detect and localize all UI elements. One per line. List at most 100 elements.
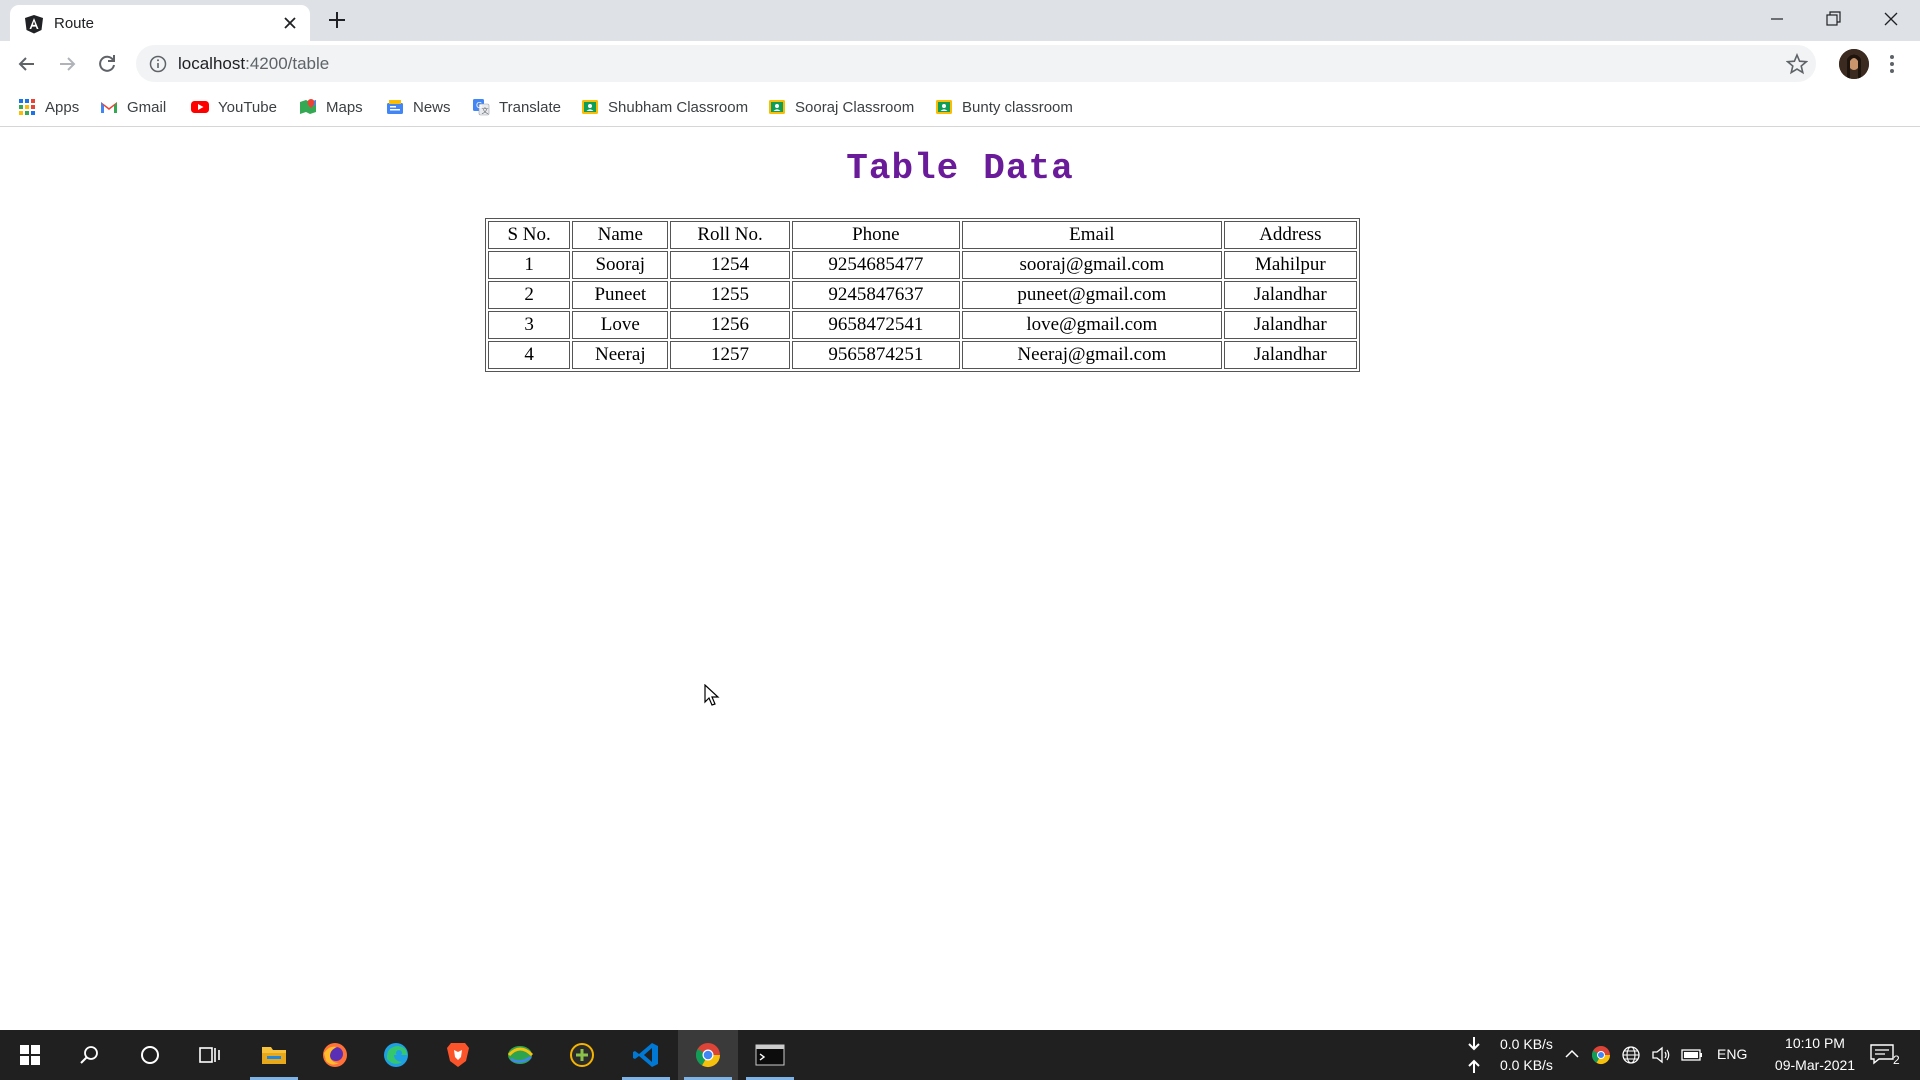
taskbar-file-explorer[interactable] — [244, 1030, 304, 1080]
table-cell: 1255 — [670, 281, 790, 309]
chrome-icon — [695, 1043, 720, 1068]
reload-icon[interactable] — [94, 51, 120, 77]
column-header: Address — [1223, 221, 1357, 249]
bookmark-apps[interactable]: Apps — [18, 95, 79, 119]
browser-tab[interactable]: Route — [10, 5, 310, 41]
network-globe-icon[interactable] — [1621, 1045, 1641, 1065]
notification-count-badge: 2 — [1893, 1053, 1900, 1067]
bookmark-gmail[interactable]: Gmail — [100, 95, 166, 119]
clock-time[interactable]: 10:10 PM — [1774, 1035, 1856, 1051]
browser-toolbar: localhost:4200/table — [0, 41, 1920, 87]
close-tab-icon[interactable] — [280, 13, 300, 33]
table-cell: Mahilpur — [1223, 251, 1357, 279]
table-cell: Puneet — [572, 281, 669, 309]
table-cell: 3 — [488, 311, 571, 339]
table-cell: Neeraj — [572, 341, 669, 369]
bookmark-bunty-classroom[interactable]: Bunty classroom — [935, 95, 1073, 119]
table-cell: Neeraj@gmail.com — [962, 341, 1222, 369]
download-arrow-icon — [1468, 1037, 1480, 1051]
edge-icon — [384, 1043, 408, 1067]
search-icon — [80, 1046, 98, 1064]
bookmark-sooraj-classroom[interactable]: Sooraj Classroom — [768, 95, 914, 119]
clock-date[interactable]: 09-Mar-2021 — [1760, 1057, 1870, 1073]
bookmark-label: Shubham Classroom — [608, 98, 749, 116]
bookmark-label: Apps — [45, 98, 80, 116]
table-row: 4 Neeraj 1257 9565874251 Neeraj@gmail.co… — [488, 341, 1357, 369]
taskbar-edge[interactable] — [366, 1030, 426, 1080]
table-cell: 2 — [488, 281, 571, 309]
bookmark-news[interactable]: News — [386, 95, 451, 119]
page-content: Table Data S No. Name Roll No. Phone Emai… — [0, 128, 1920, 1030]
column-header: S No. — [488, 221, 571, 249]
column-header: Email — [962, 221, 1222, 249]
windows-taskbar: 0.0 KB/s 0.0 KB/s ENG 10:10 PM 09-Mar-20… — [0, 1030, 1920, 1080]
bookmark-label: Maps — [326, 98, 363, 116]
taskbar-app-ide[interactable] — [552, 1030, 612, 1080]
battery-icon[interactable] — [1681, 1047, 1703, 1063]
table-row: 3 Love 1256 9658472541 love@gmail.com Ja… — [488, 311, 1357, 339]
minimize-icon[interactable] — [1762, 6, 1792, 32]
bookmark-label: YouTube — [218, 98, 277, 116]
page-title-word: Table — [846, 148, 960, 189]
start-button[interactable] — [0, 1030, 60, 1080]
search-button[interactable] — [60, 1030, 120, 1080]
restore-icon[interactable] — [1818, 6, 1848, 32]
bookmark-translate[interactable]: G 文 Translate — [472, 95, 561, 119]
file-explorer-icon — [262, 1047, 286, 1064]
taskbar-app-leaf[interactable] — [490, 1030, 550, 1080]
taskbar-chrome[interactable] — [678, 1030, 738, 1080]
taskbar-brave[interactable] — [428, 1030, 488, 1080]
site-info-icon[interactable] — [149, 55, 167, 73]
table-row: 2 Puneet 1255 9245847637 puneet@gmail.co… — [488, 281, 1357, 309]
table-cell: Love — [572, 311, 669, 339]
table-cell: Jalandhar — [1223, 281, 1357, 309]
avatar-image — [1839, 49, 1869, 79]
url-host: localhost — [178, 54, 246, 73]
taskbar-terminal[interactable] — [740, 1030, 800, 1080]
eclipse-app-icon — [507, 1046, 534, 1064]
profile-avatar[interactable] — [1839, 49, 1869, 79]
url-text[interactable]: localhost:4200/table — [178, 54, 329, 74]
bookmark-shubham-classroom[interactable]: Shubham Classroom — [581, 95, 748, 119]
maps-icon — [300, 99, 316, 114]
forward-icon[interactable] — [54, 51, 80, 77]
table-cell: 1257 — [670, 341, 790, 369]
bookmark-maps[interactable]: Maps — [299, 95, 363, 119]
cortana-button[interactable] — [120, 1030, 180, 1080]
notification-center-button[interactable]: 2 — [1866, 1040, 1906, 1070]
table-cell: 1256 — [670, 311, 790, 339]
new-tab-icon[interactable] — [326, 9, 348, 31]
more-menu-icon[interactable] — [1884, 52, 1900, 76]
classroom-icon — [582, 100, 598, 114]
taskbar-firefox[interactable] — [305, 1030, 365, 1080]
svg-text:文: 文 — [482, 106, 489, 115]
ide-app-icon — [570, 1043, 594, 1067]
back-icon[interactable] — [14, 51, 40, 77]
chevron-up-icon[interactable] — [1564, 1046, 1580, 1062]
bookmark-star-icon[interactable] — [1786, 53, 1808, 75]
table-cell: Jalandhar — [1223, 311, 1357, 339]
youtube-icon — [191, 101, 209, 113]
chrome-tray-icon[interactable] — [1591, 1045, 1611, 1065]
address-bar[interactable]: localhost:4200/table — [136, 45, 1816, 82]
close-window-icon[interactable] — [1876, 6, 1906, 32]
task-view-button[interactable] — [180, 1030, 240, 1080]
column-header: Phone — [791, 221, 961, 249]
table-cell: 1 — [488, 251, 571, 279]
bookmark-label: Sooraj Classroom — [795, 98, 915, 116]
terminal-icon — [755, 1044, 785, 1066]
input-language[interactable]: ENG — [1717, 1046, 1747, 1062]
translate-icon: G 文 — [473, 99, 490, 116]
table-cell: 9658472541 — [791, 311, 961, 339]
table-cell: 9565874251 — [791, 341, 961, 369]
apps-grid-icon — [19, 99, 35, 115]
mouse-cursor-icon — [704, 684, 720, 706]
column-header: Name — [572, 221, 669, 249]
url-path: :4200/table — [245, 54, 330, 73]
bookmark-label: Translate — [499, 98, 561, 116]
volume-icon[interactable] — [1651, 1045, 1671, 1065]
table-cell: 9254685477 — [791, 251, 961, 279]
student-table: S No. Name Roll No. Phone Email Address … — [485, 218, 1360, 372]
taskbar-vscode[interactable] — [616, 1030, 676, 1080]
bookmark-youtube[interactable]: YouTube — [191, 95, 277, 119]
